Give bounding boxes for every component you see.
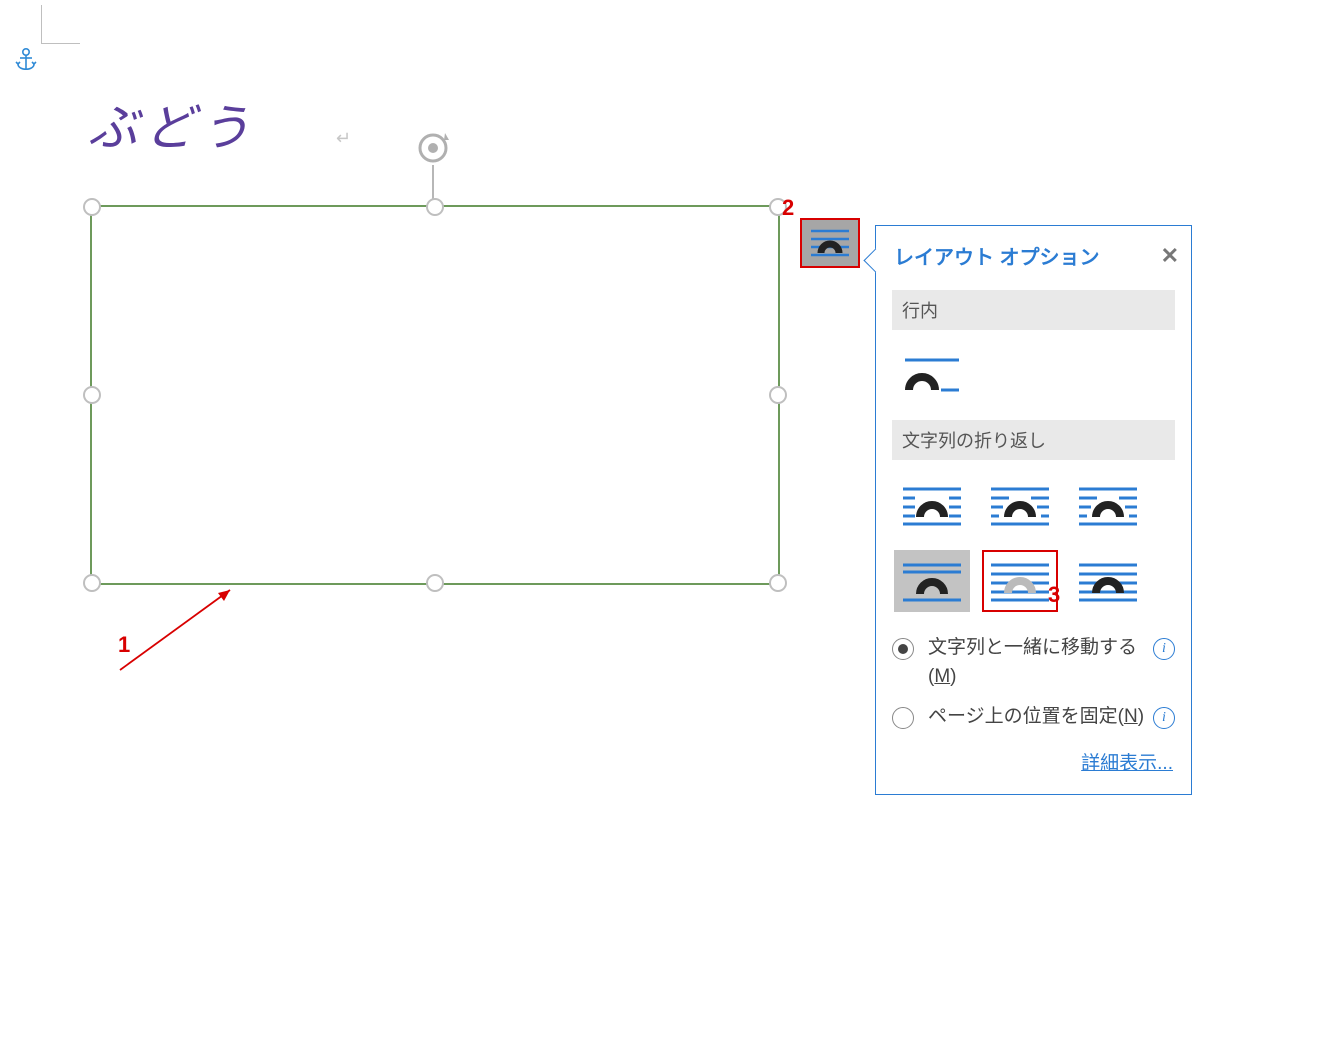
selected-shape[interactable] (90, 205, 780, 585)
wrap-option-behind[interactable] (982, 550, 1058, 612)
resize-handle[interactable] (83, 198, 101, 216)
rotate-handle-stem (432, 165, 434, 200)
page-margin-corner (41, 5, 80, 44)
radio-label: ページ上の位置を固定(N) (928, 703, 1149, 732)
detail-link[interactable]: 詳細表示... (1081, 753, 1173, 774)
wrap-option-through[interactable] (1070, 474, 1146, 536)
wrap-option-inline[interactable] (894, 344, 970, 406)
radio-move-with-text[interactable]: 文字列と一緒に移動する(M) i (892, 634, 1175, 691)
radio-icon (892, 638, 914, 660)
resize-handle[interactable] (83, 574, 101, 592)
resize-handle[interactable] (769, 386, 787, 404)
info-icon[interactable]: i (1153, 707, 1175, 729)
panel-title: レイアウト オプション (894, 241, 1100, 270)
wrap-option-tight[interactable] (982, 474, 1058, 536)
callout-1: 1 (118, 632, 130, 658)
wrap-option-topbottom[interactable] (894, 550, 970, 612)
layout-options-panel: レイアウト オプション ✕ 行内 文字列の折り返し (875, 225, 1192, 795)
radio-fix-on-page[interactable]: ページ上の位置を固定(N) i (892, 703, 1175, 732)
wrap-option-square[interactable] (894, 474, 970, 536)
resize-handle[interactable] (769, 574, 787, 592)
radio-icon (892, 707, 914, 729)
callout-3: 3 (1048, 582, 1060, 608)
shape-text: ぶどう (88, 88, 256, 160)
section-header-wrap: 文字列の折り返し (892, 420, 1175, 460)
resize-handle[interactable] (426, 198, 444, 216)
info-icon[interactable]: i (1153, 638, 1175, 660)
wrap-option-infront[interactable] (1070, 550, 1146, 612)
resize-handle[interactable] (426, 574, 444, 592)
close-icon[interactable]: ✕ (1161, 243, 1179, 269)
paragraph-mark-icon: ↵ (336, 128, 351, 149)
callout-2: 2 (782, 195, 794, 221)
layout-options-button[interactable] (800, 218, 860, 268)
radio-label: 文字列と一緒に移動する(M) (928, 634, 1149, 691)
annotation-arrow (110, 580, 250, 680)
resize-handle[interactable] (83, 386, 101, 404)
section-header-inline: 行内 (892, 290, 1175, 330)
anchor-icon (15, 47, 37, 80)
